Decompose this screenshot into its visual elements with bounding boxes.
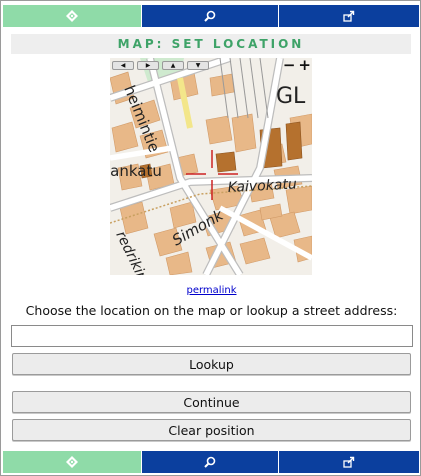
home-diamond-icon	[66, 456, 78, 468]
continue-button[interactable]: Continue	[12, 391, 411, 413]
arrow-down-icon: ▼	[195, 61, 201, 69]
nav-home-button[interactable]	[3, 451, 142, 473]
magnifier-icon	[204, 10, 216, 22]
nav-share-button[interactable]	[279, 451, 419, 473]
lookup-button[interactable]: Lookup	[12, 353, 411, 375]
map-pan-controls: ◀ ▶ ▲ ▼	[112, 61, 209, 70]
street-label: iankatu	[110, 162, 162, 180]
map-tiles[interactable]: heimintie iankatu Kaivokatu Simonk redri…	[110, 58, 312, 275]
zoom-in-button[interactable]: +	[298, 58, 311, 73]
arrow-left-icon: ◀	[120, 61, 126, 69]
pan-right-button[interactable]: ▶	[137, 61, 159, 70]
nav-home-button[interactable]	[3, 5, 142, 27]
pan-down-button[interactable]: ▼	[187, 61, 209, 70]
home-diamond-icon	[66, 10, 78, 22]
clear-position-button[interactable]: Clear position	[12, 419, 411, 441]
instruction-text: Choose the location on the map or lookup…	[25, 303, 398, 318]
nav-share-button[interactable]	[279, 5, 419, 27]
address-input[interactable]	[11, 325, 413, 347]
street-label: GL	[276, 84, 306, 109]
arrow-up-icon: ▲	[170, 61, 176, 69]
top-nav-bar	[3, 5, 419, 27]
share-export-icon	[343, 10, 355, 22]
bottom-nav-bar	[3, 451, 419, 473]
pan-left-button[interactable]: ◀	[112, 61, 134, 70]
nav-search-button[interactable]	[142, 5, 279, 27]
arrow-right-icon: ▶	[145, 61, 151, 69]
share-export-icon	[343, 456, 355, 468]
page-title-bar: MAP: SET LOCATION	[11, 34, 411, 54]
nav-search-button[interactable]	[142, 451, 279, 473]
pan-up-button[interactable]: ▲	[162, 61, 184, 70]
permalink-link[interactable]: permalink	[1, 285, 421, 296]
app-frame: MAP: SET LOCATION heimintie iankatu Kaiv…	[0, 0, 421, 476]
map-zoom-controls: − +	[283, 58, 311, 73]
zoom-out-button[interactable]: −	[283, 58, 296, 73]
page-title: MAP: SET LOCATION	[117, 37, 305, 51]
magnifier-icon	[204, 456, 216, 468]
map-view[interactable]: heimintie iankatu Kaivokatu Simonk redri…	[110, 58, 312, 275]
